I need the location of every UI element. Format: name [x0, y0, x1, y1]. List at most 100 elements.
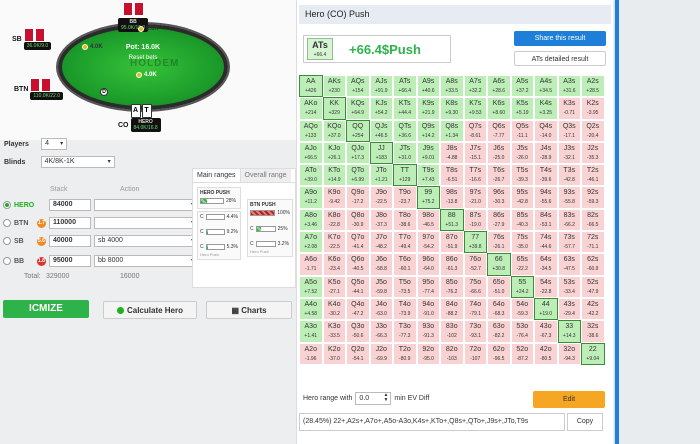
hand-cell[interactable]: 62s -60.9 [581, 253, 605, 276]
hand-cell[interactable]: A9o +11.2 [299, 186, 323, 209]
player-stack-input[interactable]: 40000 [49, 235, 91, 247]
hand-cell[interactable]: A3o +1.41 [299, 320, 323, 343]
min-ev-input[interactable]: 0.0 ▲ ▼ [355, 392, 392, 405]
hand-cell[interactable]: K4o -30.2 [322, 297, 346, 321]
hand-cell[interactable]: 62o -96.5 [487, 342, 511, 365]
hand-cell[interactable]: J5s -26.0 [510, 141, 534, 165]
hand-cell[interactable]: 95o -77.4 [416, 275, 440, 298]
hand-cell[interactable]: J3o -66.3 [369, 320, 393, 343]
hand-cell[interactable]: Q8o -30.9 [346, 208, 370, 232]
hand-cell[interactable]: T6s -26.7 [487, 164, 511, 187]
seat-btn[interactable]: BTN 110.0K/22.0 [14, 78, 63, 100]
hand-cell[interactable]: J2s -35.3 [581, 141, 605, 165]
hand-cell[interactable]: J3s -32.1 [557, 141, 581, 165]
hand-cell[interactable]: 88 +51.3 [440, 208, 464, 232]
player-action-select[interactable]: sb 4000▾ [94, 235, 198, 247]
hand-cell[interactable]: J7s -15.1 [463, 141, 487, 165]
hand-cell[interactable]: Q7s -8.61 [463, 119, 487, 142]
hand-cell[interactable]: AKs +230 [322, 75, 346, 98]
hand-cell[interactable]: 54s -22.8 [534, 275, 558, 298]
detailed-result-button[interactable]: ATs detailed result [514, 51, 606, 66]
spinner-icon[interactable]: ▲ ▼ [383, 393, 388, 403]
players-select[interactable]: 4 ▾ [41, 138, 68, 150]
hand-cell[interactable]: J6o -58.8 [369, 253, 393, 276]
hand-cell[interactable]: 64s -34.5 [534, 253, 558, 276]
hand-cell[interactable]: JTs +31.0 [393, 141, 417, 165]
hand-cell[interactable]: Q2s -20.4 [581, 119, 605, 142]
hand-cell[interactable]: 52o -87.2 [510, 342, 534, 365]
hand-cell[interactable]: 98s -13.8 [440, 186, 464, 209]
hand-cell[interactable]: 99 +75.2 [416, 186, 440, 209]
icmize-button[interactable]: ICMIZE [3, 300, 89, 318]
hand-cell[interactable]: 54o -59.3 [510, 297, 534, 321]
hand-cell[interactable]: 98o -46.5 [416, 208, 440, 232]
hand-cell[interactable]: A3s +31.6 [557, 75, 581, 98]
hand-cell[interactable]: Q5s -11.1 [510, 119, 534, 142]
hand-cell[interactable]: Q3s -17.1 [557, 119, 581, 142]
hand-cell[interactable]: 73s -57.7 [557, 231, 581, 254]
hand-cell[interactable]: 63s -47.5 [557, 253, 581, 276]
hand-cell[interactable]: ATo +39.0 [299, 164, 323, 187]
hand-cell[interactable]: T5s -39.3 [510, 164, 534, 187]
hand-cell[interactable]: ATs +66.4 [393, 75, 417, 98]
hand-cell[interactable]: QTo +6.99 [346, 164, 370, 187]
hand-cell[interactable]: K9o -9.42 [322, 186, 346, 209]
hand-cell[interactable]: 53s -33.4 [557, 275, 581, 298]
hand-cell[interactable]: A8o +3.46 [299, 208, 323, 232]
hand-cell[interactable]: K8s +9.30 [440, 97, 464, 120]
hand-cell[interactable]: QJo +17.3 [346, 141, 370, 165]
hand-cell[interactable]: 83s -66.2 [557, 208, 581, 232]
player-stack-input[interactable]: 110000 [49, 217, 91, 229]
charts-button[interactable]: ▦ Charts [206, 301, 292, 319]
tab-overall-range[interactable]: Overall range [240, 169, 291, 182]
hand-cell[interactable]: KQo +37.0 [322, 119, 346, 142]
hand-cell[interactable]: 86o -61.3 [440, 253, 464, 276]
hand-cell[interactable]: Q9s +14.2 [416, 119, 440, 142]
hand-cell[interactable]: J2o -69.9 [369, 342, 393, 365]
hand-cell[interactable]: 76o -52.7 [463, 253, 487, 276]
hand-cell[interactable]: J5o -59.8 [369, 275, 393, 298]
calculate-hero-button[interactable]: Calculate Hero [103, 301, 197, 319]
hand-cell[interactable]: KTo +14.9 [322, 164, 346, 187]
player-stack-input[interactable]: 95000 [49, 255, 91, 267]
blinds-select[interactable]: 4K/8K-1K ▾ [40, 156, 115, 168]
hand-cell[interactable]: JJ +183 [369, 141, 393, 165]
hand-cell[interactable]: 83o -102 [440, 320, 464, 343]
hand-cell[interactable]: 44 +19.0 [534, 297, 558, 321]
hand-cell[interactable]: 52s -47.9 [581, 275, 605, 298]
hand-cell[interactable]: AQs +154 [346, 75, 370, 98]
player-radio-btn[interactable] [3, 219, 11, 227]
hand-cell[interactable]: 65s -22.2 [510, 253, 534, 276]
hand-cell[interactable]: K7s +9.53 [463, 97, 487, 120]
hand-cell[interactable]: AQo +133 [299, 119, 323, 142]
reset-bets-link[interactable]: Reset bets [62, 55, 224, 61]
hand-cell[interactable]: 42o -80.5 [534, 342, 558, 365]
hand-cell[interactable]: K3o -33.5 [322, 320, 346, 343]
player-radio-sb[interactable] [3, 237, 11, 245]
seat-co[interactable]: CO A T HERO 84.0K/16.8 [118, 104, 161, 132]
edit-button[interactable]: Edit [533, 391, 605, 408]
hand-cell[interactable]: AA +426 [299, 75, 323, 98]
hand-cell[interactable]: 95s -42.8 [510, 186, 534, 209]
hand-cell[interactable]: K4s +3.25 [534, 97, 558, 120]
player-radio-hero[interactable] [3, 201, 11, 209]
hand-cell[interactable]: T9s +7.43 [416, 164, 440, 187]
hand-cell[interactable]: 43s -29.4 [557, 297, 581, 321]
hand-cell[interactable]: T2s -46.1 [581, 164, 605, 187]
hand-cell[interactable]: 94o -91.0 [416, 297, 440, 321]
hand-cell[interactable]: A7s +32.2 [463, 75, 487, 98]
hand-cell[interactable]: KQs +64.9 [346, 97, 370, 120]
hand-cell[interactable]: Q6s -7.77 [487, 119, 511, 142]
hand-cell[interactable]: J8s -4.88 [440, 141, 464, 165]
hand-cell[interactable]: 93o -91.3 [416, 320, 440, 343]
hand-cell[interactable]: 85s -40.3 [510, 208, 534, 232]
hand-cell[interactable]: K7o -22.5 [322, 231, 346, 254]
player-stack-input[interactable]: 84000 [49, 199, 91, 211]
hand-cell[interactable]: 92o -95.0 [416, 342, 440, 365]
hand-cell[interactable]: K9s +21.9 [416, 97, 440, 120]
hand-cell[interactable]: Q3o -50.6 [346, 320, 370, 343]
hand-cell[interactable]: T8o -38.6 [393, 208, 417, 232]
hand-cell[interactable]: 85o -76.2 [440, 275, 464, 298]
copy-button[interactable]: Copy [567, 413, 603, 431]
hand-cell[interactable]: Q4s -14.0 [534, 119, 558, 142]
